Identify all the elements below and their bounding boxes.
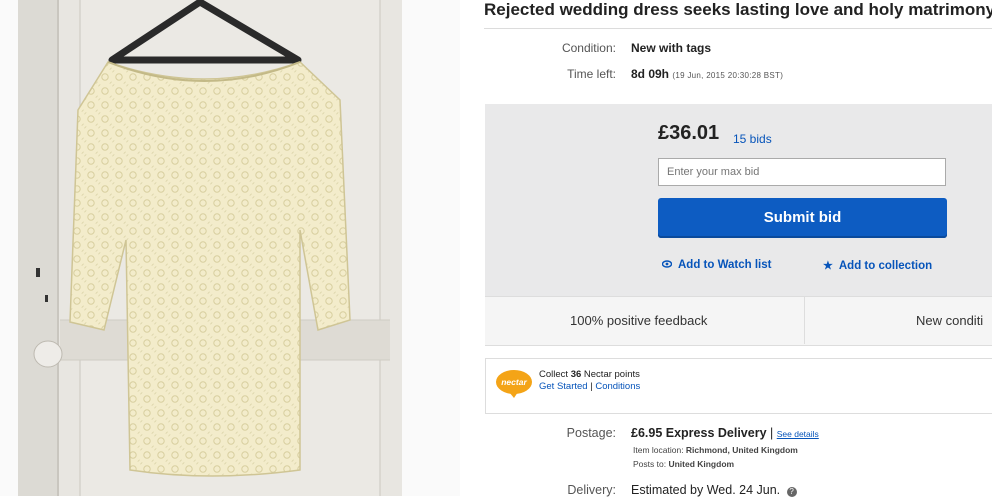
nectar-links: Get Started | Conditions (539, 381, 641, 392)
max-bid-input[interactable] (658, 158, 946, 186)
add-to-watch-list-link[interactable]: Add to Watch list (661, 259, 772, 271)
time-left-label: Time left: (567, 67, 616, 81)
positive-feedback: 100% positive feedback (570, 313, 708, 328)
condition-label: Condition: (561, 41, 616, 55)
bid-count-link[interactable]: 15 bids (733, 132, 772, 146)
add-to-collection-label: Add to collection (838, 260, 933, 272)
delivery-label: Delivery: (567, 483, 616, 497)
seller-info-divider (804, 297, 805, 344)
item-location: Item location: Richmond, United Kingdom (633, 445, 798, 455)
submit-bid-button[interactable]: Submit bid (658, 198, 947, 238)
nectar-logo-text: nectar (501, 377, 527, 387)
nectar-text: Collect 36 Nectar points Get Started | C… (539, 369, 640, 393)
product-photo (0, 0, 460, 496)
product-photo-illustration (0, 0, 460, 496)
add-to-watch-list-label: Add to Watch list (678, 259, 772, 271)
nectar-points-line: Collect 36 Nectar points (539, 369, 640, 380)
title-divider (484, 28, 992, 29)
get-started-link[interactable]: Get Started (539, 381, 588, 392)
time-left-value: 8d 09h (19 Jun, 2015 20:30:28 BST) (631, 67, 783, 81)
posts-to: Posts to: United Kingdom (633, 459, 735, 469)
time-left-end-date: (19 Jun, 2015 20:30:28 BST) (672, 71, 784, 80)
item-condition-cell: New conditi (916, 313, 984, 328)
see-details-link[interactable]: See details (777, 429, 819, 439)
time-left-duration: 8d 09h (631, 67, 670, 81)
listing-title: Rejected wedding dress seeks lasting lov… (484, 0, 992, 19)
conditions-link[interactable]: Conditions (595, 381, 640, 392)
nectar-logo: nectar (496, 370, 532, 398)
add-to-collection-link[interactable]: ★ Add to collection (823, 259, 932, 272)
condition-value: New with tags (631, 41, 712, 55)
star-icon: ★ (823, 260, 833, 272)
current-price: £36.01 (658, 122, 720, 144)
delivery-value: Estimated by Wed. 24 Jun. ? (631, 483, 797, 497)
postage-value: £6.95 Express Delivery | See details (631, 426, 819, 440)
eye-icon (661, 259, 673, 271)
postage-label: Postage: (566, 426, 616, 440)
